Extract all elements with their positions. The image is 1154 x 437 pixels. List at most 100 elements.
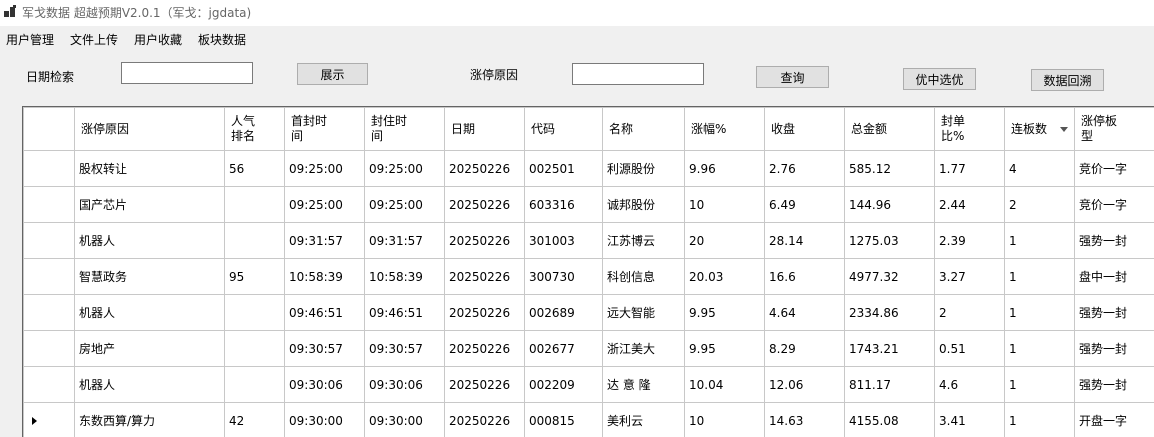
table-cell[interactable]: 144.96 xyxy=(844,186,935,223)
column-header[interactable]: 连板数 xyxy=(1004,107,1075,151)
table-cell[interactable]: 42 xyxy=(224,402,285,437)
table-cell[interactable]: 诚邦股份 xyxy=(602,186,685,223)
table-cell[interactable]: 2334.86 xyxy=(844,294,935,331)
table-cell[interactable]: 4 xyxy=(1004,150,1075,187)
table-cell[interactable]: 10.04 xyxy=(684,366,765,403)
column-header[interactable]: 名称 xyxy=(602,107,685,151)
table-cell[interactable]: 机器人 xyxy=(74,366,225,403)
table-cell[interactable]: 20.03 xyxy=(684,258,765,295)
table-cell[interactable]: 20250226 xyxy=(444,186,525,223)
table-cell[interactable]: 1 xyxy=(1004,258,1075,295)
table-row[interactable]: 国产芯片 09:25:00 09:25:00 20250226 603316 诚邦股份 10… xyxy=(23,186,1154,223)
table-cell[interactable]: 09:31:57 xyxy=(364,222,445,259)
column-header[interactable]: 代码 xyxy=(524,107,603,151)
table-cell[interactable]: 09:46:51 xyxy=(284,294,365,331)
table-cell[interactable]: 2.39 xyxy=(934,222,1005,259)
table-cell[interactable]: 1 xyxy=(1004,366,1075,403)
table-cell[interactable]: 科创信息 xyxy=(602,258,685,295)
table-cell[interactable]: 002689 xyxy=(524,294,603,331)
column-header[interactable]: 封单 比% xyxy=(934,107,1005,151)
limit-reason-input[interactable] xyxy=(572,63,704,85)
row-header[interactable] xyxy=(23,150,75,187)
column-header[interactable]: 涨停板型 xyxy=(1074,107,1154,151)
row-header[interactable] xyxy=(23,294,75,331)
table-cell[interactable]: 09:30:06 xyxy=(364,366,445,403)
table-cell[interactable]: 竞价一字 xyxy=(1074,150,1154,187)
table-cell[interactable]: 4155.08 xyxy=(844,402,935,437)
table-cell[interactable]: 20250226 xyxy=(444,402,525,437)
row-header[interactable] xyxy=(23,186,75,223)
table-cell[interactable]: 8.29 xyxy=(764,330,845,367)
row-header[interactable] xyxy=(23,222,75,259)
table-cell[interactable]: 强势一封 xyxy=(1074,222,1154,259)
table-cell[interactable]: 4.64 xyxy=(764,294,845,331)
table-cell[interactable]: 10:58:39 xyxy=(364,258,445,295)
column-header[interactable]: 封住时间 xyxy=(364,107,445,151)
table-cell[interactable]: 09:31:57 xyxy=(284,222,365,259)
table-cell[interactable]: 强势一封 xyxy=(1074,330,1154,367)
table-cell[interactable]: 20250226 xyxy=(444,150,525,187)
table-cell[interactable]: 09:46:51 xyxy=(364,294,445,331)
table-cell[interactable]: 1.77 xyxy=(934,150,1005,187)
table-row[interactable]: 机器人 09:30:06 09:30:06 20250226 002209 达 意 隆 10… xyxy=(23,366,1154,403)
table-cell[interactable]: 20250226 xyxy=(444,258,525,295)
menu-file-upload[interactable]: 文件上传 xyxy=(64,31,126,48)
table-cell[interactable]: 002209 xyxy=(524,366,603,403)
table-cell[interactable]: 16.6 xyxy=(764,258,845,295)
column-header[interactable]: 人气 排名 xyxy=(224,107,285,151)
show-button[interactable]: 展示 xyxy=(297,63,368,85)
table-cell[interactable]: 10 xyxy=(684,186,765,223)
data-backtest-button[interactable]: 数据回溯 xyxy=(1031,69,1104,91)
table-cell[interactable]: 603316 xyxy=(524,186,603,223)
table-cell[interactable]: 28.14 xyxy=(764,222,845,259)
table-cell[interactable]: 1 xyxy=(1004,402,1075,437)
menu-user-management[interactable]: 用户管理 xyxy=(0,31,62,48)
column-header[interactable]: 涨停原因 xyxy=(74,107,225,151)
table-cell[interactable]: 20250226 xyxy=(444,330,525,367)
table-cell[interactable]: 3.41 xyxy=(934,402,1005,437)
table-cell[interactable]: 585.12 xyxy=(844,150,935,187)
table-cell[interactable]: 利源股份 xyxy=(602,150,685,187)
table-cell[interactable]: 股权转让 xyxy=(74,150,225,187)
table-cell[interactable]: 2 xyxy=(1004,186,1075,223)
table-cell[interactable]: 002677 xyxy=(524,330,603,367)
table-cell[interactable]: 9.95 xyxy=(684,330,765,367)
query-button[interactable]: 查询 xyxy=(756,66,829,88)
table-cell[interactable] xyxy=(224,222,285,259)
table-cell[interactable]: 浙江美大 xyxy=(602,330,685,367)
table-cell[interactable]: 1 xyxy=(1004,222,1075,259)
table-cell[interactable]: 95 xyxy=(224,258,285,295)
table-cell[interactable]: 09:30:06 xyxy=(284,366,365,403)
table-cell[interactable]: 300730 xyxy=(524,258,603,295)
menu-sector-data[interactable]: 板块数据 xyxy=(192,31,254,48)
table-cell[interactable]: 09:30:57 xyxy=(284,330,365,367)
table-cell[interactable]: 20250226 xyxy=(444,366,525,403)
table-cell[interactable]: 机器人 xyxy=(74,222,225,259)
table-cell[interactable]: 远大智能 xyxy=(602,294,685,331)
table-cell[interactable]: 智慧政务 xyxy=(74,258,225,295)
table-row[interactable]: 房地产 09:30:57 09:30:57 20250226 002677 浙江美大 9.9… xyxy=(23,330,1154,367)
table-cell[interactable]: 2 xyxy=(934,294,1005,331)
table-cell[interactable]: 国产芯片 xyxy=(74,186,225,223)
table-cell[interactable]: 811.17 xyxy=(844,366,935,403)
row-header[interactable] xyxy=(23,402,75,437)
row-header[interactable] xyxy=(23,330,75,367)
table-row[interactable]: 股权转让 56 09:25:00 09:25:00 20250226 002501 利源股份… xyxy=(23,150,1154,187)
table-cell[interactable]: 3.27 xyxy=(934,258,1005,295)
table-cell[interactable]: 4.6 xyxy=(934,366,1005,403)
table-cell[interactable]: 东数西算/算力 xyxy=(74,402,225,437)
menu-user-favorites[interactable]: 用户收藏 xyxy=(128,31,190,48)
table-cell[interactable]: 美利云 xyxy=(602,402,685,437)
date-search-input[interactable] xyxy=(121,62,253,84)
table-cell[interactable] xyxy=(224,294,285,331)
table-cell[interactable]: 20250226 xyxy=(444,294,525,331)
table-cell[interactable]: 9.95 xyxy=(684,294,765,331)
table-cell[interactable]: 20250226 xyxy=(444,222,525,259)
table-cell[interactable]: 09:30:00 xyxy=(284,402,365,437)
column-header[interactable]: 收盘 xyxy=(764,107,845,151)
row-header[interactable] xyxy=(23,258,75,295)
table-row[interactable]: 机器人 09:46:51 09:46:51 20250226 002689 远大智能 9.9… xyxy=(23,294,1154,331)
table-cell[interactable]: 1743.21 xyxy=(844,330,935,367)
table-cell[interactable]: 2.76 xyxy=(764,150,845,187)
column-header[interactable]: 日期 xyxy=(444,107,525,151)
